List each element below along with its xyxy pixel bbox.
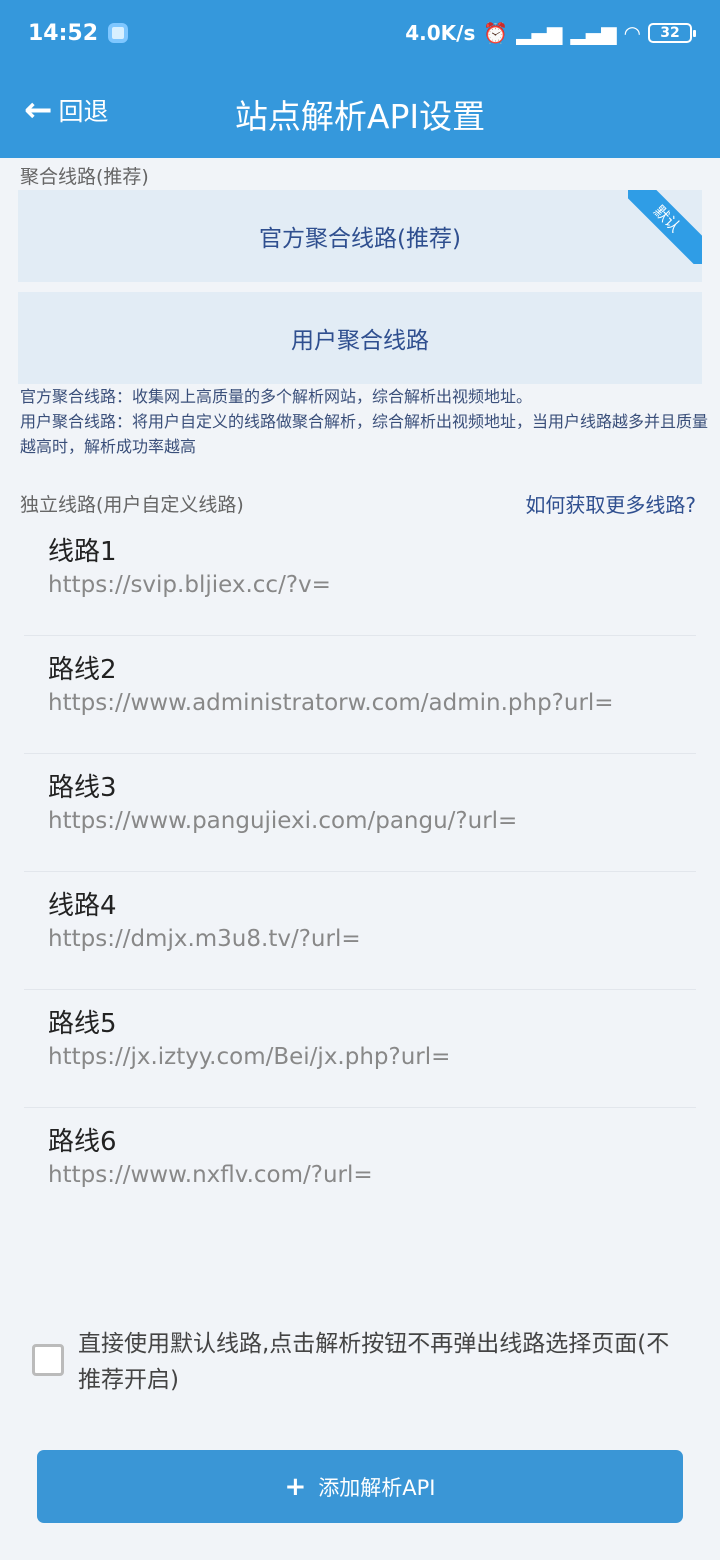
- status-time: 14:52: [28, 20, 99, 46]
- default-route-checkbox[interactable]: [32, 1344, 64, 1376]
- route-name: 路线5: [48, 1009, 117, 1039]
- route-url: https://dmjx.m3u8.tv/?url=: [48, 926, 361, 952]
- alarm-icon: ⏰: [483, 21, 509, 45]
- independent-section-label: 独立线路(用户自定义线路): [20, 494, 244, 516]
- aggregate-description: 官方聚合线路：收集网上高质量的多个解析网站，综合解析出视频地址。 用户聚合线路：…: [20, 384, 720, 459]
- page-title: 站点解析API设置: [234, 97, 486, 136]
- route-row[interactable]: 线路1 https://svip.bljiex.cc/?v=: [24, 518, 696, 636]
- wifi-icon: ◠: [624, 21, 640, 45]
- add-api-button[interactable]: + 添加解析API: [37, 1450, 683, 1523]
- aggregate-section-label: 聚合线路(推荐): [20, 166, 149, 188]
- signal-icon: ▂▄▆: [516, 21, 563, 45]
- user-aggregate-label: 用户聚合线路: [291, 328, 429, 354]
- route-url: https://svip.bljiex.cc/?v=: [48, 572, 331, 598]
- default-badge: 默认: [628, 190, 702, 264]
- route-row[interactable]: 路线3 https://www.pangujiexi.com/pangu/?ur…: [24, 754, 696, 872]
- official-aggregate-button[interactable]: 官方聚合线路(推荐) 默认: [18, 190, 702, 282]
- default-route-option: 直接使用默认线路,点击解析按钮不再弹出线路选择页面(不推荐开启): [32, 1326, 692, 1398]
- add-api-label: 添加解析API: [318, 1475, 436, 1500]
- route-url: https://www.nxflv.com/?url=: [48, 1162, 373, 1188]
- route-url: https://www.pangujiexi.com/pangu/?url=: [48, 808, 518, 834]
- route-name: 路线2: [48, 655, 117, 685]
- route-name: 线路4: [48, 891, 117, 921]
- battery-icon: 32: [648, 23, 696, 43]
- route-row[interactable]: 路线5 https://jx.iztyy.com/Bei/jx.php?url=: [24, 990, 696, 1108]
- app-bar: ← 回退 站点解析API设置: [0, 66, 720, 158]
- status-bar: 14:52 4.0K/s ⏰ ▂▄▆ ▂▄▆ ◠ 32: [0, 0, 720, 66]
- default-route-option-label: 直接使用默认线路,点击解析按钮不再弹出线路选择页面(不推荐开启): [78, 1331, 670, 1393]
- official-aggregate-label: 官方聚合线路(推荐): [259, 226, 461, 252]
- route-list: 线路1 https://svip.bljiex.cc/?v= 路线2 https…: [24, 518, 696, 1226]
- route-row[interactable]: 路线2 https://www.administratorw.com/admin…: [24, 636, 696, 754]
- app-notification-icon: [108, 23, 129, 43]
- user-aggregate-button[interactable]: 用户聚合线路: [18, 292, 702, 384]
- more-routes-link[interactable]: 如何获取更多线路?: [525, 489, 696, 518]
- plus-icon: +: [284, 1471, 307, 1502]
- official-description: 官方聚合线路：收集网上高质量的多个解析网站，综合解析出视频地址。: [20, 387, 533, 406]
- route-row[interactable]: 路线6 https://www.nxflv.com/?url=: [24, 1108, 696, 1226]
- network-speed: 4.0K/s: [405, 21, 476, 45]
- route-url: https://jx.iztyy.com/Bei/jx.php?url=: [48, 1044, 451, 1070]
- default-badge-label: 默认: [628, 190, 702, 264]
- route-name: 线路1: [48, 537, 117, 567]
- route-row[interactable]: 线路4 https://dmjx.m3u8.tv/?url=: [24, 872, 696, 990]
- route-name: 路线3: [48, 773, 117, 803]
- signal-icon-2: ▂▄▆: [570, 21, 617, 45]
- route-name: 路线6: [48, 1127, 117, 1157]
- user-description: 用户聚合线路：将用户自定义的线路做聚合解析，综合解析出视频地址，当用户线路越多并…: [20, 412, 709, 456]
- route-url: https://www.administratorw.com/admin.php…: [48, 690, 614, 716]
